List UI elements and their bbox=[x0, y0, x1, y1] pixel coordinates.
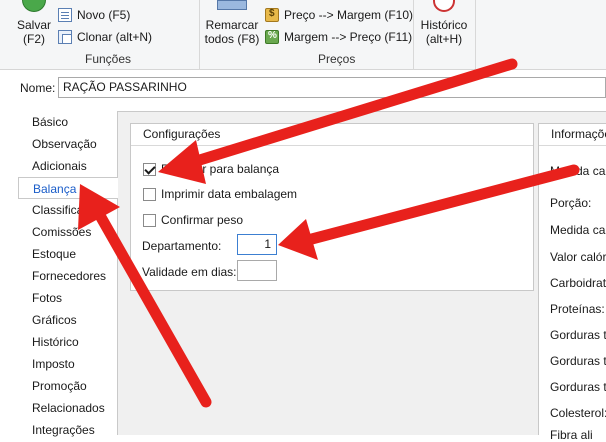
ribbon-separator bbox=[199, 0, 200, 70]
product-nav: Básico Observação Adicionais Balança Cla… bbox=[18, 111, 118, 441]
info-row: Medida ca bbox=[550, 164, 606, 178]
remarcar-icon bbox=[217, 0, 247, 10]
departamento-input[interactable]: 1 bbox=[237, 234, 277, 255]
historico-button[interactable]: Histórico (alt+H) bbox=[416, 0, 472, 46]
novo-button[interactable]: Novo (F5) bbox=[58, 6, 130, 24]
info-row: Valor calór bbox=[550, 250, 606, 264]
checkbox-checked[interactable] bbox=[143, 162, 156, 176]
ribbon-separator bbox=[475, 0, 476, 70]
validade-input[interactable] bbox=[237, 260, 277, 281]
confirmar-label: Confirmar peso bbox=[161, 213, 244, 227]
ribbon-separator bbox=[413, 0, 414, 70]
nav-item-historico[interactable]: Histórico bbox=[18, 331, 118, 353]
clone-icon bbox=[58, 30, 72, 44]
save-shortcut: (F2) bbox=[23, 32, 45, 46]
info-row: Colesterol: bbox=[550, 406, 606, 420]
checkbox-unchecked[interactable] bbox=[143, 213, 156, 227]
departamento-label: Departamento: bbox=[142, 239, 222, 253]
info-row: Fibra ali bbox=[550, 428, 593, 442]
nav-item-balanca[interactable]: Balança bbox=[18, 177, 118, 199]
remarcar-shortcut: todos (F8) bbox=[204, 32, 260, 46]
nav-item-fotos[interactable]: Fotos bbox=[18, 287, 118, 309]
info-row: Gorduras t bbox=[550, 328, 606, 342]
name-input[interactable]: RAÇÃO PASSARINHO bbox=[58, 77, 606, 98]
nav-item-basico[interactable]: Básico bbox=[18, 111, 118, 133]
nav-item-fornecedores[interactable]: Fornecedores bbox=[18, 265, 118, 287]
exportar-label: Exportar para balança bbox=[161, 162, 280, 176]
nav-item-comissoes[interactable]: Comissões bbox=[18, 221, 118, 243]
info-row: Medida ca bbox=[550, 223, 606, 237]
nav-item-relacionados[interactable]: Relacionados bbox=[18, 397, 118, 419]
nav-item-classificacao[interactable]: Classificação bbox=[18, 199, 118, 221]
nav-item-adicionais[interactable]: Adicionais bbox=[18, 155, 118, 177]
ribbon-toolbar: Salvar (F2) Novo (F5) Clonar (alt+N) Fun… bbox=[0, 0, 606, 70]
info-panel: Informações Medida ca Porção: Medida ca … bbox=[538, 123, 606, 442]
remarcar-label: Remarcar bbox=[205, 18, 259, 32]
nav-item-imposto[interactable]: Imposto bbox=[18, 353, 118, 375]
remarcar-button[interactable]: Remarcar todos (F8) bbox=[203, 0, 261, 46]
confirmar-peso-checkbox[interactable]: Confirmar peso bbox=[143, 213, 243, 227]
nav-item-estoque[interactable]: Estoque bbox=[18, 243, 118, 265]
validade-label: Validade em dias: bbox=[142, 265, 237, 279]
info-row: Porção: bbox=[550, 196, 592, 210]
new-document-icon bbox=[58, 8, 72, 22]
info-row: Gorduras t bbox=[550, 354, 606, 368]
margem-preco-label: Margem --> Preço (F11) bbox=[284, 30, 413, 44]
group-label-funcoes: Funções bbox=[85, 52, 132, 66]
info-row: Proteínas: bbox=[550, 302, 605, 316]
nav-item-graficos[interactable]: Gráficos bbox=[18, 309, 118, 331]
exportar-balanca-checkbox[interactable]: Exportar para balança bbox=[143, 162, 279, 176]
preco-margem-button[interactable]: Preço --> Margem (F10) bbox=[265, 6, 413, 24]
config-panel: Configurações Exportar para balança Impr… bbox=[130, 123, 534, 291]
margin-icon bbox=[265, 30, 279, 44]
imprimir-label: Imprimir data embalagem bbox=[161, 187, 298, 201]
info-panel-title: Informações bbox=[539, 124, 606, 146]
group-label-precos: Preços bbox=[318, 52, 356, 66]
info-row: Carboidrat bbox=[550, 276, 606, 290]
imprimir-data-checkbox[interactable]: Imprimir data embalagem bbox=[143, 187, 297, 201]
name-label: Nome: bbox=[20, 81, 56, 95]
history-icon bbox=[433, 0, 455, 12]
clonar-label: Clonar (alt+N) bbox=[77, 30, 153, 44]
novo-label: Novo (F5) bbox=[77, 8, 131, 22]
historico-label: Histórico bbox=[420, 18, 468, 32]
nav-item-observacao[interactable]: Observação bbox=[18, 133, 118, 155]
save-icon bbox=[22, 0, 46, 12]
info-row: Gorduras t bbox=[550, 380, 606, 394]
price-icon bbox=[265, 8, 279, 22]
clonar-button[interactable]: Clonar (alt+N) bbox=[58, 28, 152, 46]
checkbox-unchecked[interactable] bbox=[143, 187, 156, 201]
margem-preco-button[interactable]: Margem --> Preço (F11) bbox=[265, 28, 412, 46]
preco-margem-label: Preço --> Margem (F10) bbox=[284, 8, 414, 22]
historico-shortcut: (alt+H) bbox=[425, 32, 463, 46]
config-panel-title: Configurações bbox=[131, 124, 533, 146]
nav-item-promocao[interactable]: Promoção bbox=[18, 375, 118, 397]
nav-item-integracoes[interactable]: Integrações bbox=[18, 419, 118, 441]
save-button[interactable]: Salvar (F2) bbox=[12, 0, 56, 46]
save-label: Salvar bbox=[16, 18, 51, 32]
